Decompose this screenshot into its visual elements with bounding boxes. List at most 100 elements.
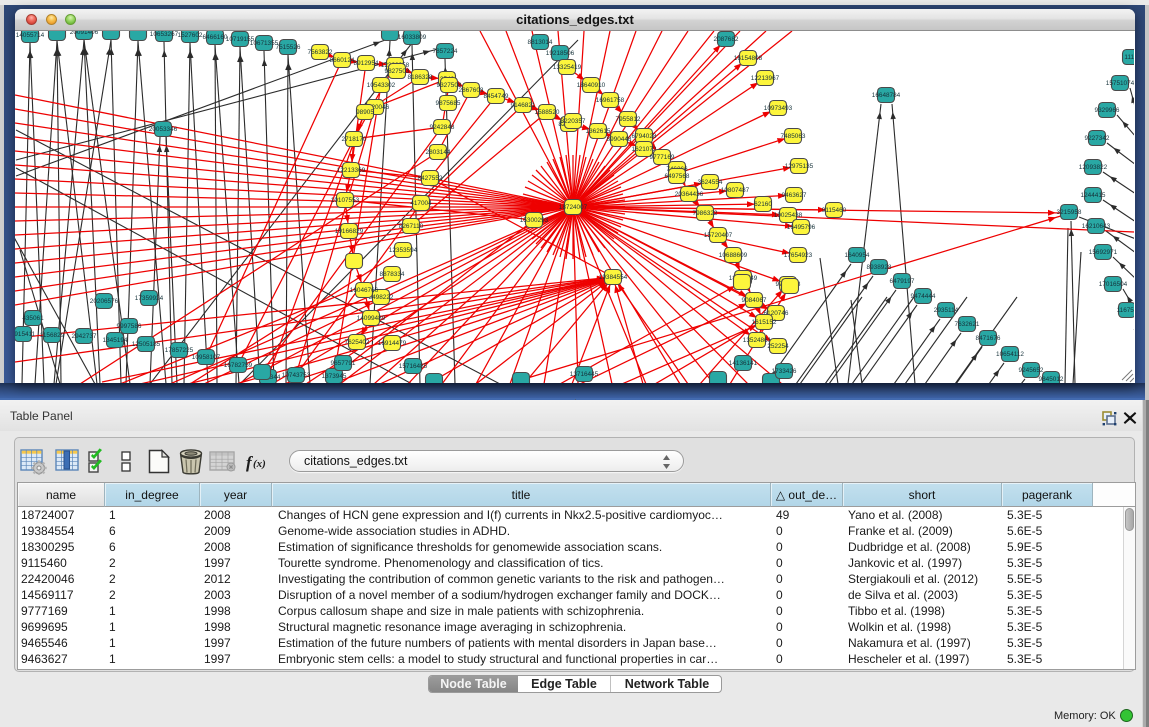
svg-text:16961758: 16961758	[596, 97, 625, 104]
svg-text:9827503: 9827503	[385, 68, 410, 75]
svg-text:13716445: 13716445	[570, 371, 599, 378]
svg-text:2867608: 2867608	[459, 87, 484, 94]
svg-text:10807487: 10807487	[721, 187, 750, 194]
svg-text:20206576: 20206576	[90, 298, 119, 305]
svg-text:9777169: 9777169	[650, 154, 675, 161]
svg-text:7485063: 7485063	[781, 133, 806, 140]
svg-text:9245652: 9245652	[1019, 367, 1044, 374]
svg-text:8471676: 8471676	[976, 335, 1001, 342]
svg-text:18640910: 18640910	[577, 82, 606, 89]
svg-text:12213967: 12213967	[751, 75, 780, 82]
svg-text:1621072: 1621072	[632, 146, 657, 153]
svg-text:12505185: 12505185	[132, 341, 161, 348]
svg-text:6479197: 6479197	[890, 278, 915, 285]
svg-text:7625402: 7625402	[345, 339, 370, 346]
svg-text:10973493: 10973493	[764, 105, 793, 112]
svg-text:16046766: 16046766	[350, 287, 379, 294]
svg-text:9329966: 9329966	[1095, 107, 1120, 114]
svg-text:1244415: 1244415	[1081, 192, 1106, 199]
svg-text:12213369: 12213369	[337, 167, 366, 174]
svg-text:10671355: 10671355	[250, 40, 279, 47]
svg-text:10688609: 10688609	[719, 252, 748, 259]
svg-text:62160: 62160	[754, 201, 772, 208]
svg-text:9146821: 9146821	[511, 102, 536, 109]
svg-text:14136141: 14136141	[729, 360, 758, 367]
svg-text:16210643: 16210643	[1082, 223, 1111, 230]
svg-text:252254: 252254	[767, 343, 789, 350]
svg-text:10543302: 10543302	[367, 82, 396, 89]
svg-text:2087682: 2087682	[714, 36, 739, 43]
svg-text:8912954: 8912954	[354, 60, 379, 67]
svg-text:9227342: 9227342	[1085, 135, 1110, 142]
svg-text:9474444: 9474444	[911, 293, 936, 300]
svg-text:16033809: 16033809	[398, 34, 427, 41]
svg-text:17359924: 17359924	[135, 295, 164, 302]
svg-text:17857225: 17857225	[165, 347, 194, 354]
svg-text:2935114: 2935114	[934, 307, 959, 314]
svg-text:16495796: 16495796	[787, 224, 816, 231]
svg-text:9084067: 9084067	[742, 297, 767, 304]
svg-text:14055714: 14055714	[16, 32, 45, 39]
svg-text:8267110: 8267110	[399, 223, 424, 230]
svg-text:116753: 116753	[1117, 307, 1134, 314]
svg-text:16782759: 16782759	[224, 362, 253, 369]
svg-text:6497568: 6497568	[665, 173, 690, 180]
svg-text:8938928: 8938928	[867, 264, 892, 271]
svg-text:19166829: 19166829	[335, 228, 364, 235]
svg-text:9845012: 9845012	[1039, 376, 1064, 383]
svg-text:14099489: 14099489	[357, 315, 386, 322]
svg-text:7515526: 7515526	[276, 44, 301, 51]
svg-text:10654112: 10654112	[996, 351, 1024, 358]
svg-text:7857224: 7857224	[433, 48, 458, 55]
svg-text:8660124: 8660124	[330, 57, 355, 64]
svg-text:8990448: 8990448	[607, 136, 632, 143]
svg-text:6794028: 6794028	[632, 133, 657, 140]
svg-text:16154808: 16154808	[734, 55, 763, 62]
svg-text:9997586: 9997586	[117, 323, 142, 330]
svg-text:9657791: 9657791	[331, 360, 356, 367]
svg-text:20091406: 20091406	[70, 31, 99, 36]
svg-text:19384554: 19384554	[599, 274, 628, 281]
svg-text:12353594: 12353594	[389, 247, 418, 254]
svg-text:20053346: 20053346	[149, 126, 178, 133]
svg-text:1362615: 1362615	[586, 128, 611, 135]
svg-text:18724007: 18724007	[559, 204, 588, 211]
svg-text:12975135: 12975135	[785, 163, 814, 170]
svg-text:15692971: 15692971	[1089, 249, 1118, 256]
svg-text:(x): (x)	[253, 458, 266, 470]
svg-text:1527602: 1527602	[178, 32, 203, 39]
svg-text:15300293: 15300293	[520, 217, 549, 224]
svg-text:10025438: 10025438	[774, 212, 803, 219]
svg-text:19218506: 19218506	[546, 50, 575, 57]
svg-text:7986322: 7986322	[693, 210, 718, 217]
svg-text:7632621: 7632621	[955, 321, 980, 328]
svg-text:6466160: 6466160	[203, 34, 228, 41]
svg-text:1112: 1112	[1124, 54, 1134, 61]
svg-text:10653267: 10653267	[150, 31, 179, 38]
svg-text:9115460: 9115460	[822, 207, 847, 214]
svg-text:17016504: 17016504	[1099, 281, 1128, 288]
svg-text:435061: 435061	[22, 315, 44, 322]
svg-text:15720407: 15720407	[704, 232, 733, 239]
svg-text:7563822: 7563822	[308, 49, 333, 56]
svg-text:16914479: 16914479	[378, 340, 407, 347]
svg-text:2942737: 2942737	[72, 333, 97, 340]
svg-text:8454749: 8454749	[484, 93, 509, 100]
svg-text:3624554: 3624554	[698, 179, 723, 186]
svg-text:8813014: 8813014	[528, 39, 553, 46]
svg-text:10107553: 10107553	[331, 197, 360, 204]
svg-text:8427552: 8427552	[418, 175, 443, 182]
svg-text:3915411: 3915411	[15, 331, 36, 338]
svg-text:3215958: 3215958	[1057, 209, 1082, 216]
svg-text:1373945: 1373945	[322, 373, 347, 380]
svg-text:9875685: 9875685	[436, 100, 461, 107]
svg-text:1156829: 1156829	[40, 332, 65, 339]
svg-text:9242848: 9242848	[430, 124, 455, 131]
svg-text:8186328: 8186328	[408, 74, 433, 81]
svg-text:10743753: 10743753	[282, 372, 311, 379]
svg-text:7955812: 7955812	[616, 116, 641, 123]
svg-text:12093822: 12093822	[1079, 164, 1108, 171]
svg-text:15751074: 15751074	[1106, 80, 1134, 87]
svg-text:16648784: 16648784	[872, 92, 901, 99]
svg-text:1733426: 1733426	[772, 368, 797, 375]
